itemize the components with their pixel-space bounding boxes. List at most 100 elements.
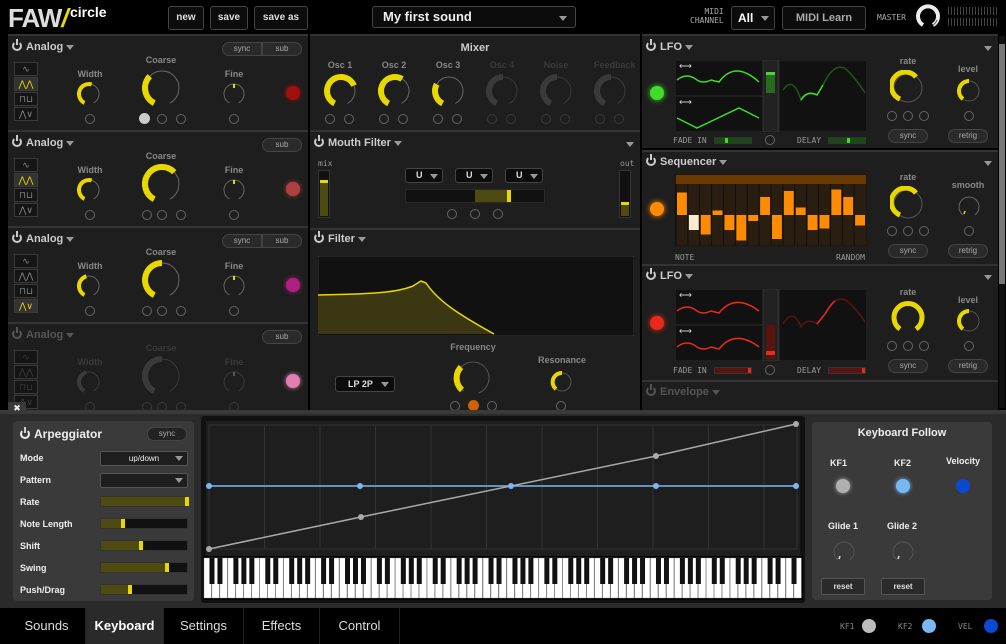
mod-slot[interactable] — [229, 306, 239, 316]
vowel-select-1[interactable]: U — [405, 168, 443, 183]
mod-slot[interactable] — [887, 226, 897, 236]
piano-black-key[interactable] — [305, 558, 311, 584]
vowel-morph-slider[interactable] — [405, 189, 545, 203]
sequencer-step[interactable] — [795, 207, 806, 216]
vowel-select-2[interactable]: U — [455, 168, 493, 183]
piano-black-key[interactable] — [520, 558, 526, 584]
mod-slot[interactable] — [887, 341, 897, 351]
piano-black-key[interactable] — [217, 558, 223, 584]
mod-slot[interactable] — [229, 114, 239, 124]
mod-slot[interactable] — [493, 209, 503, 219]
mixer-level-knob[interactable] — [432, 74, 466, 108]
kf2-point[interactable] — [653, 483, 659, 489]
rate-knob[interactable] — [890, 186, 926, 222]
sync-button[interactable]: sync — [888, 244, 928, 258]
master-volume-knob[interactable] — [915, 4, 941, 30]
step-sequencer-grid[interactable] — [675, 174, 867, 246]
retrig-button[interactable]: retrig — [948, 244, 988, 258]
oscillator-header[interactable]: Analog — [12, 135, 75, 149]
mod-slot[interactable] — [919, 226, 929, 236]
mixer-level-knob[interactable] — [324, 74, 358, 108]
power-icon[interactable] — [12, 135, 22, 147]
piano-black-key[interactable] — [472, 558, 478, 584]
oscillator-color-led[interactable] — [286, 182, 300, 196]
fine-knob[interactable] — [221, 81, 247, 107]
piano-black-key[interactable] — [719, 558, 725, 584]
mod-slot-active[interactable] — [139, 113, 150, 124]
piano-black-key[interactable] — [209, 558, 215, 584]
fine-knob[interactable] — [221, 177, 247, 203]
sequencer-step[interactable] — [688, 215, 699, 230]
piano-black-key[interactable] — [456, 558, 462, 584]
piano-black-key[interactable] — [767, 558, 773, 584]
mod-slot[interactable] — [325, 114, 335, 124]
kf2-point[interactable] — [357, 483, 363, 489]
save-as-button[interactable]: save as — [254, 6, 308, 30]
envelope-header[interactable]: Envelope — [646, 384, 720, 398]
mod-slot[interactable] — [919, 341, 929, 351]
mod-slot[interactable] — [176, 210, 186, 220]
arp-slider[interactable] — [100, 496, 189, 507]
mod-slot[interactable] — [85, 210, 95, 220]
mod-slot[interactable] — [964, 226, 974, 236]
glide2-knob[interactable] — [890, 539, 916, 565]
smooth-knob[interactable] — [956, 194, 982, 220]
level-knob[interactable] — [956, 78, 982, 104]
piano-black-key[interactable] — [512, 558, 518, 584]
mod-slot[interactable] — [470, 209, 480, 219]
mod-slot[interactable] — [398, 114, 408, 124]
waveform-button[interactable]: ∿ — [14, 350, 38, 364]
arp-slider[interactable] — [100, 540, 188, 551]
sequencer-step[interactable] — [819, 215, 830, 229]
piano-black-key[interactable] — [329, 558, 335, 584]
resonance-knob[interactable] — [550, 370, 574, 394]
piano-black-key[interactable] — [640, 558, 646, 584]
piano-black-key[interactable] — [496, 558, 502, 584]
oscillator-color-led[interactable] — [286, 278, 300, 292]
mod-slot[interactable] — [142, 306, 152, 316]
waveform-button[interactable]: ⋀∨ — [14, 203, 38, 217]
sequencer-header[interactable]: Sequencer — [646, 154, 728, 168]
piano-black-key[interactable] — [432, 558, 438, 584]
power-icon[interactable] — [646, 268, 656, 280]
mod-slot[interactable] — [487, 114, 497, 124]
sequencer-led[interactable] — [650, 202, 664, 216]
sequencer-step[interactable] — [831, 189, 842, 216]
oscillator-header[interactable]: Analog — [12, 231, 75, 245]
out-meter[interactable] — [619, 170, 631, 218]
piano-black-key[interactable] — [488, 558, 494, 584]
glide1-reset-button[interactable]: reset — [821, 578, 865, 595]
sub-button[interactable]: sub — [262, 138, 302, 152]
arp-slider[interactable] — [100, 518, 188, 529]
coarse-knob[interactable] — [142, 260, 182, 300]
arp-slider[interactable] — [100, 584, 188, 595]
sub-button[interactable]: sub — [262, 330, 302, 344]
sync-button[interactable]: sync — [222, 234, 262, 248]
arp-slider[interactable] — [100, 562, 188, 573]
lfo-header[interactable]: LFO — [646, 268, 694, 282]
waveform-button[interactable]: ⊓⊔ — [14, 284, 38, 298]
mixer-level-knob[interactable] — [486, 74, 520, 108]
mod-slot[interactable] — [919, 111, 929, 121]
glide1-knob[interactable] — [831, 539, 857, 565]
tab-effects[interactable]: Effects — [244, 608, 320, 644]
piano-black-key[interactable] — [544, 558, 550, 584]
piano-black-key[interactable] — [408, 558, 414, 584]
sequencer-step[interactable] — [783, 191, 794, 215]
power-icon[interactable] — [314, 231, 324, 243]
sequencer-step[interactable] — [807, 215, 818, 230]
power-icon[interactable] — [12, 39, 22, 51]
coarse-knob[interactable] — [142, 356, 182, 396]
waveform-button[interactable]: ⋀⋀ — [14, 269, 38, 283]
mod-slot[interactable] — [344, 114, 354, 124]
piano-black-key[interactable] — [735, 558, 741, 584]
lfo-led[interactable] — [650, 316, 664, 330]
keyboard-follow-curve-graph[interactable] — [206, 421, 800, 556]
piano-black-key[interactable] — [289, 558, 295, 584]
rate-knob[interactable] — [890, 300, 926, 336]
kf1-point[interactable] — [206, 546, 212, 552]
tab-settings[interactable]: Settings — [164, 608, 244, 644]
power-icon[interactable] — [20, 427, 30, 439]
mixer-level-knob[interactable] — [540, 74, 574, 108]
mod-slot[interactable] — [964, 341, 974, 351]
